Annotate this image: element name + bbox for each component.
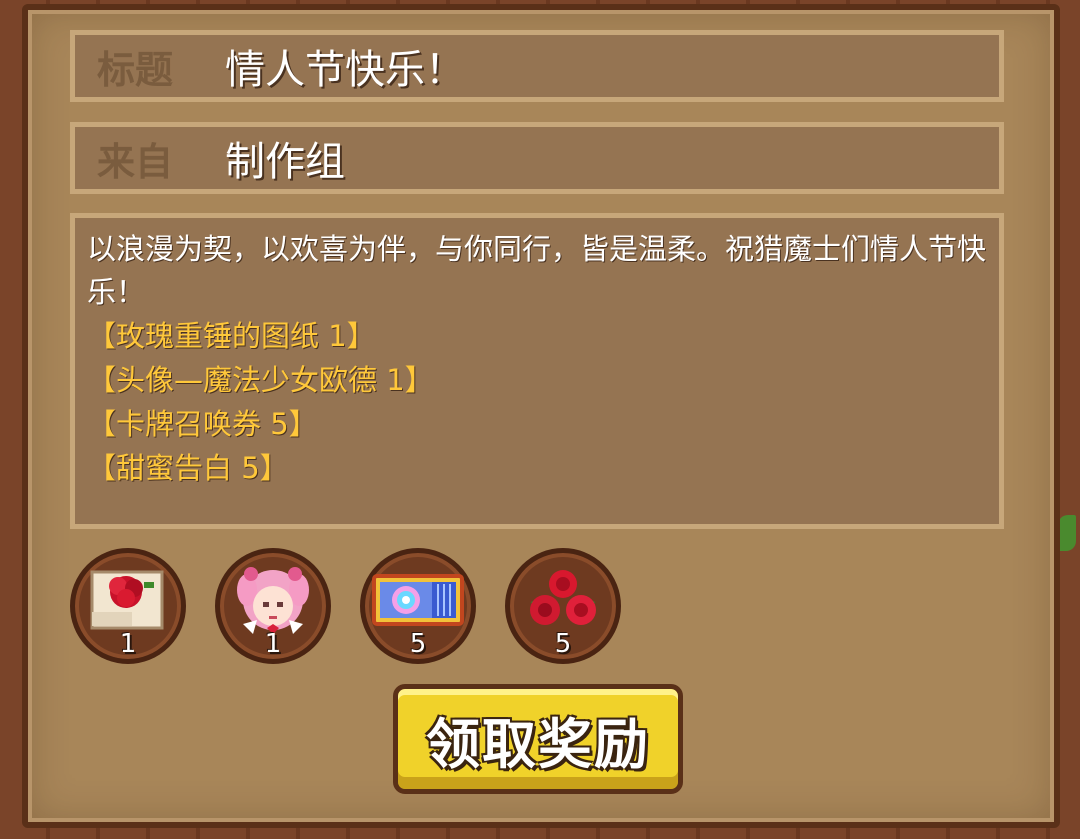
card-summon-ticket-icon (372, 573, 464, 626)
reward-count: 5 (554, 629, 572, 659)
reward-item-sweet-confession[interactable]: 5 (505, 548, 621, 664)
claim-rewards-label: 领取奖励 (426, 712, 650, 776)
reward-line-2: 【头像—魔法少女欧德 1】 (87, 363, 434, 397)
reward-line-3: 【卡牌召唤券 5】 (87, 407, 318, 441)
reward-line-4: 【甜蜜告白 5】 (87, 451, 289, 485)
leaf-decoration (1058, 515, 1076, 551)
reward-item-magical-girl-avatar[interactable]: 1 (215, 548, 331, 664)
title-field: 标题 情人节快乐！ (70, 30, 1004, 102)
title-value: 情人节快乐！ (225, 47, 465, 93)
sender-field: 来自 制作组 (70, 122, 1004, 194)
reward-items: 1 1 5 5 (70, 548, 621, 668)
claim-rewards-button[interactable]: 领取奖励 (393, 684, 683, 794)
reward-item-rose-hammer-blueprint[interactable]: 1 (70, 548, 186, 664)
reward-count: 1 (264, 629, 282, 659)
magical-girl-avatar-icon (237, 566, 309, 634)
sender-label: 来自 (97, 139, 174, 184)
rose-hammer-blueprint-icon (90, 570, 164, 630)
title-label: 标题 (97, 47, 174, 92)
sender-value: 制作组 (225, 139, 345, 185)
mail-body: 以浪漫为契，以欢喜为伴，与你同行，皆是温柔。祝猎魔士们情人节快乐！ 【玫瑰重锤的… (70, 213, 1004, 529)
mail-message: 以浪漫为契，以欢喜为伴，与你同行，皆是温柔。祝猎魔士们情人节快乐！ (87, 232, 987, 309)
reward-count: 5 (409, 629, 427, 659)
reward-line-1: 【玫瑰重锤的图纸 1】 (87, 319, 376, 353)
reward-item-card-summon-ticket[interactable]: 5 (360, 548, 476, 664)
sweet-confession-roses-icon (530, 569, 596, 625)
reward-count: 1 (119, 629, 137, 659)
